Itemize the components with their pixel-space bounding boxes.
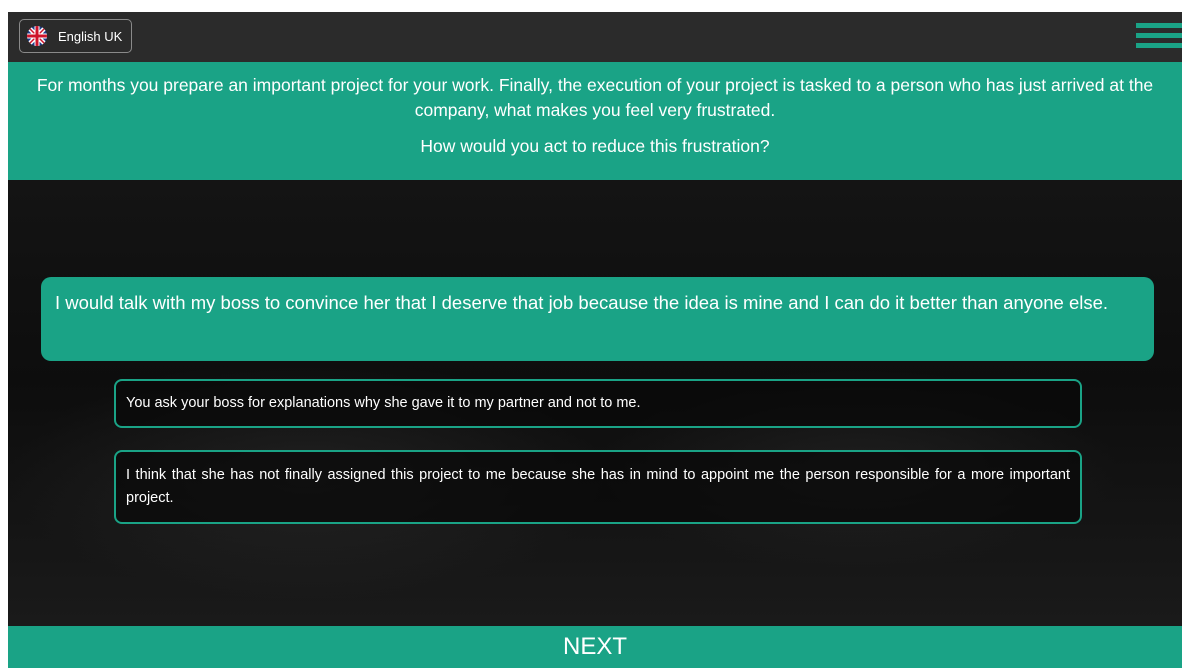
app-frame: English UK For months you prepare an imp… — [8, 12, 1182, 668]
answer-option-2[interactable]: You ask your boss for explanations why s… — [114, 379, 1082, 428]
answer-option-3[interactable]: I think that she has not finally assigne… — [114, 450, 1082, 524]
top-bar: English UK — [8, 12, 1182, 62]
hamburger-menu-icon[interactable] — [1136, 23, 1182, 51]
answer-option-1[interactable]: I would talk with my boss to convince he… — [41, 277, 1154, 361]
language-selector-button[interactable]: English UK — [19, 19, 132, 53]
scenario-text: For months you prepare an important proj… — [36, 75, 1154, 120]
language-label: English UK — [58, 28, 123, 44]
answer-option-2-text: You ask your boss for explanations why s… — [126, 395, 641, 411]
question-panel: For months you prepare an important proj… — [8, 62, 1182, 180]
answer-area: I would talk with my boss to convince he… — [8, 180, 1182, 626]
menu-bar-3 — [1136, 43, 1182, 48]
menu-bar-2 — [1136, 33, 1182, 38]
question-prompt: How would you act to reduce this frustra… — [420, 136, 770, 156]
next-button[interactable]: NEXT — [8, 626, 1182, 668]
menu-bar-1 — [1136, 23, 1182, 28]
uk-flag-icon — [27, 26, 47, 46]
answer-option-3-text: I think that she has not finally assigne… — [126, 467, 1070, 506]
